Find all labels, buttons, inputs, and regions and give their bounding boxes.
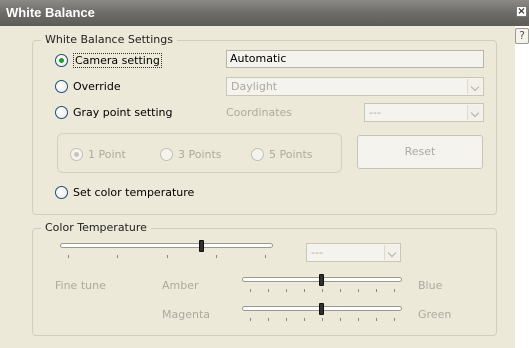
slider-tick — [304, 318, 305, 321]
chevron-down-icon — [467, 79, 482, 94]
white-balance-panel: White Balance × ? White Balance Settings… — [0, 0, 529, 348]
radio-icon — [55, 79, 68, 93]
three-points-radio[interactable]: 3 Points — [160, 146, 222, 162]
slider-tick — [322, 318, 323, 321]
radio-icon — [70, 147, 83, 161]
set-color-temperature-label: Set color temperature — [73, 185, 195, 199]
slider-tick — [394, 318, 395, 321]
slider-tick — [340, 318, 341, 321]
slider-tick — [358, 318, 359, 321]
amber-label: Amber — [162, 279, 199, 292]
slider-tick — [340, 289, 341, 292]
radio-icon — [160, 147, 173, 161]
slider-tick — [250, 289, 251, 292]
five-points-label: 5 Points — [269, 147, 313, 161]
reset-button[interactable]: Reset — [357, 135, 483, 169]
slider-tick — [286, 318, 287, 321]
slider-tick — [358, 289, 359, 292]
chevron-down-icon — [467, 105, 482, 120]
gray-point-label: Gray point setting — [73, 105, 173, 119]
slider-tick — [68, 255, 69, 258]
slider-tick — [394, 289, 395, 292]
override-selected-value: Daylight — [231, 80, 278, 93]
close-icon[interactable]: × — [516, 6, 527, 17]
magenta-green-slider[interactable] — [242, 303, 402, 325]
slider-tick — [166, 255, 168, 258]
slider-tick — [304, 289, 305, 292]
one-point-radio[interactable]: 1 Point — [70, 146, 126, 162]
slider-tick — [268, 318, 269, 321]
slider-thumb[interactable] — [319, 303, 324, 315]
panel-title: White Balance — [6, 5, 95, 20]
override-radio[interactable]: Override — [55, 78, 121, 94]
one-point-label: 1 Point — [88, 147, 126, 161]
amber-blue-slider[interactable] — [242, 274, 402, 296]
color-temperature-slider[interactable] — [60, 240, 273, 262]
preset-selected-value: --- — [311, 246, 323, 259]
radio-icon — [251, 147, 264, 161]
slider-track[interactable] — [60, 243, 273, 248]
slider-tick — [322, 289, 323, 292]
camera-setting-label: Camera setting — [73, 52, 162, 68]
five-points-radio[interactable]: 5 Points — [251, 146, 313, 162]
camera-setting-value: Automatic — [226, 50, 484, 68]
blue-label: Blue — [418, 279, 443, 292]
slider-tick — [250, 318, 251, 321]
magenta-label: Magenta — [162, 308, 211, 321]
slider-thumb[interactable] — [198, 240, 204, 252]
camera-setting-radio[interactable]: Camera setting — [55, 52, 162, 68]
slider-tick — [376, 289, 377, 292]
color-temperature-legend: Color Temperature — [41, 221, 151, 234]
slider-tick — [215, 255, 217, 258]
right-strip — [515, 0, 529, 348]
radio-icon — [55, 53, 68, 67]
override-select[interactable]: Daylight — [226, 77, 484, 96]
slider-tick — [265, 255, 266, 258]
white-balance-settings-legend: White Balance Settings — [41, 33, 177, 46]
slider-tick — [376, 318, 377, 321]
slider-thumb[interactable] — [319, 274, 324, 286]
slider-tick — [286, 289, 287, 292]
slider-tick — [117, 255, 119, 258]
coordinates-label: Coordinates — [226, 106, 293, 119]
green-label: Green — [418, 308, 452, 321]
coordinates-select[interactable]: --- — [364, 103, 484, 122]
radio-icon — [55, 185, 68, 199]
set-color-temperature-radio[interactable]: Set color temperature — [55, 184, 194, 200]
title-bar: White Balance × — [0, 0, 529, 26]
radio-icon — [55, 105, 68, 119]
slider-tick — [268, 289, 269, 292]
fine-tune-label: Fine tune — [55, 279, 106, 292]
color-temperature-preset-select[interactable]: --- — [306, 243, 401, 262]
chevron-down-icon — [384, 245, 399, 260]
override-label: Override — [73, 79, 121, 93]
help-icon[interactable]: ? — [515, 28, 529, 44]
coordinates-selected-value: --- — [369, 106, 381, 119]
three-points-label: 3 Points — [178, 147, 222, 161]
gray-point-radio[interactable]: Gray point setting — [55, 104, 172, 120]
